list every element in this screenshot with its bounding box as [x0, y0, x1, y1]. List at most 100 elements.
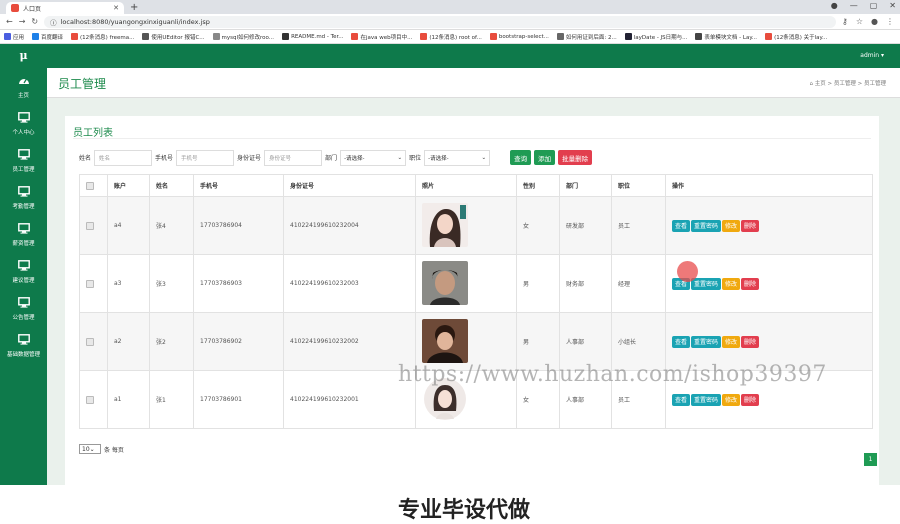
bookmark-item[interactable]: (12条消息) freema...	[71, 33, 134, 41]
row-checkbox[interactable]	[86, 337, 94, 346]
bookmark-favicon-icon	[71, 33, 79, 40]
edit-button[interactable]: 修改	[722, 393, 741, 406]
bookmark-favicon-icon	[282, 33, 290, 40]
page-size-select[interactable]: 10 ⌄	[79, 444, 101, 454]
restore-icon[interactable]: ▢	[870, 1, 878, 10]
profile-icon[interactable]: ●	[871, 17, 878, 26]
browser-tab[interactable]: 人口页 ✕	[6, 2, 124, 14]
promo-banner: 专业毕设代做	[398, 498, 531, 523]
edit-button[interactable]: 修改	[722, 219, 741, 232]
info-icon: ⓘ	[50, 18, 57, 27]
page-number-button[interactable]: 1	[864, 453, 877, 466]
cell-dept: 财务部	[559, 254, 612, 313]
new-tab-button[interactable]: +	[130, 2, 138, 14]
sidebar-item-label: 考勤管理	[12, 203, 35, 210]
delete-button[interactable]: 删除	[741, 393, 760, 406]
sidebar-item[interactable]: 考勤管理	[0, 179, 47, 216]
user-menu[interactable]: admin ▾	[860, 52, 884, 59]
reload-icon[interactable]: ↻	[31, 17, 38, 26]
bookmark-item[interactable]: 百度翻译	[32, 33, 63, 41]
row-checkbox[interactable]	[86, 279, 94, 288]
sidebar-item[interactable]: 建议管理	[0, 253, 47, 290]
menu-icon[interactable]: ⋮	[886, 17, 894, 26]
minimize-icon[interactable]: —	[850, 1, 858, 10]
view-button[interactable]: 查看	[672, 335, 691, 348]
mouse-cursor-indicator	[677, 261, 698, 282]
forward-icon[interactable]: →	[19, 17, 26, 26]
sidebar-item-label: 员工管理	[12, 166, 35, 173]
sidebar-item[interactable]: 员工管理	[0, 142, 47, 179]
bookmark-item[interactable]: bootstrap-select...	[489, 33, 549, 40]
idcard-label: 身份证号	[237, 155, 262, 162]
row-checkbox[interactable]	[86, 221, 94, 230]
bookmark-item[interactable]: 使用UEditor 报错C...	[142, 33, 205, 41]
monitor-icon	[17, 296, 30, 310]
delete-button[interactable]: 删除	[741, 335, 760, 348]
bookmark-favicon-icon	[212, 33, 220, 40]
row-checkbox[interactable]	[86, 395, 94, 404]
sidebar: μ 主页 个人中心 员工管理 考勤管理 薪资管理 建议管理 公告管理 基础数据管理	[0, 44, 47, 485]
bookmark-item[interactable]: (12条消息) 关于lay...	[765, 33, 827, 41]
browser-tab-bar: 人口页 ✕ + ● — ▢ ✕	[0, 0, 900, 14]
reset-password-button[interactable]: 重置密码	[691, 393, 722, 406]
sidebar-item[interactable]: 公告管理	[0, 290, 47, 327]
bookmark-item[interactable]: mysql如何修改roo...	[212, 33, 275, 41]
view-button[interactable]: 查看	[672, 219, 691, 232]
sidebar-item[interactable]: 薪资管理	[0, 216, 47, 253]
batch-delete-button[interactable]: 批量删除	[558, 150, 593, 165]
cell-idcard: 410224199610232003	[283, 254, 416, 313]
search-button[interactable]: 查询	[510, 150, 532, 165]
cell-actions: 查看 重置密码 修改 删除	[665, 254, 873, 313]
cell-name: 张4	[149, 196, 194, 255]
bookmark-label: 使用UEditor 报错C...	[151, 34, 205, 41]
idcard-input[interactable]: 身份证号	[264, 149, 323, 166]
select-all-cell	[79, 174, 108, 197]
bookmark-item[interactable]: 应用	[4, 33, 24, 41]
edit-button[interactable]: 修改	[722, 335, 741, 348]
close-tab-icon[interactable]: ✕	[113, 4, 119, 12]
bookmark-item[interactable]: layDate - JS日期与...	[624, 33, 687, 41]
cell-phone: 17703786901	[193, 370, 284, 429]
bookmark-item[interactable]: 如何用证到后面: 2...	[556, 33, 617, 41]
bookmark-star-icon[interactable]: ☆	[856, 17, 863, 26]
breadcrumb-item[interactable]: 员工管理	[834, 81, 856, 87]
delete-button[interactable]: 删除	[741, 277, 760, 290]
select-all-checkbox[interactable]	[86, 181, 94, 190]
record-icon[interactable]: ●	[831, 1, 838, 10]
column-header: 手机号	[193, 174, 284, 197]
monitor-icon	[17, 111, 30, 125]
dept-select-value: -请选择-	[344, 155, 365, 162]
close-window-icon[interactable]: ✕	[889, 1, 896, 10]
phone-label: 手机号	[155, 155, 174, 162]
breadcrumb-current: 员工管理	[863, 81, 886, 87]
phone-input[interactable]: 手机号	[176, 149, 235, 166]
key-icon[interactable]: ⚷	[842, 17, 848, 26]
delete-button[interactable]: 删除	[741, 219, 760, 232]
sidebar-item[interactable]: 主页	[0, 68, 47, 105]
monitor-icon	[17, 185, 30, 199]
page-size-value: 10	[82, 445, 90, 453]
sidebar-item[interactable]: 个人中心	[0, 105, 47, 142]
edit-button[interactable]: 修改	[722, 277, 741, 290]
add-button[interactable]: 添加	[534, 150, 556, 165]
bookmark-item[interactable]: 在java web项目中...	[351, 33, 412, 41]
view-button[interactable]: 查看	[672, 393, 691, 406]
column-header: 部门	[559, 174, 612, 197]
url-input[interactable]: ⓘ localhost:8080/yuangongxinxiguanli/ind…	[44, 15, 836, 28]
sidebar-item[interactable]: 基础数据管理	[0, 327, 47, 364]
reset-password-button[interactable]: 重置密码	[691, 335, 722, 348]
page-header: 员工管理 ⌂ 主页 > 员工管理 > 员工管理	[47, 68, 900, 98]
bookmark-item[interactable]: README.md - Ter...	[282, 33, 343, 40]
bookmark-label: mysql如何修改roo...	[221, 34, 275, 41]
cell-gender: 男	[516, 254, 560, 313]
reset-password-button[interactable]: 重置密码	[691, 277, 722, 290]
name-input[interactable]: 姓名	[94, 149, 153, 166]
reset-password-button[interactable]: 重置密码	[691, 219, 722, 232]
bookmark-item[interactable]: (12条消息) root of...	[420, 33, 482, 41]
breadcrumb-home[interactable]: ⌂ 主页	[810, 81, 826, 87]
employee-photo	[422, 202, 468, 249]
dept-select[interactable]: -请选择- ⌄	[340, 149, 407, 166]
post-select[interactable]: -请选择- ⌄	[424, 149, 491, 166]
back-icon[interactable]: ←	[6, 17, 13, 26]
bookmark-item[interactable]: 表单模块文档 - Lay...	[695, 33, 757, 41]
